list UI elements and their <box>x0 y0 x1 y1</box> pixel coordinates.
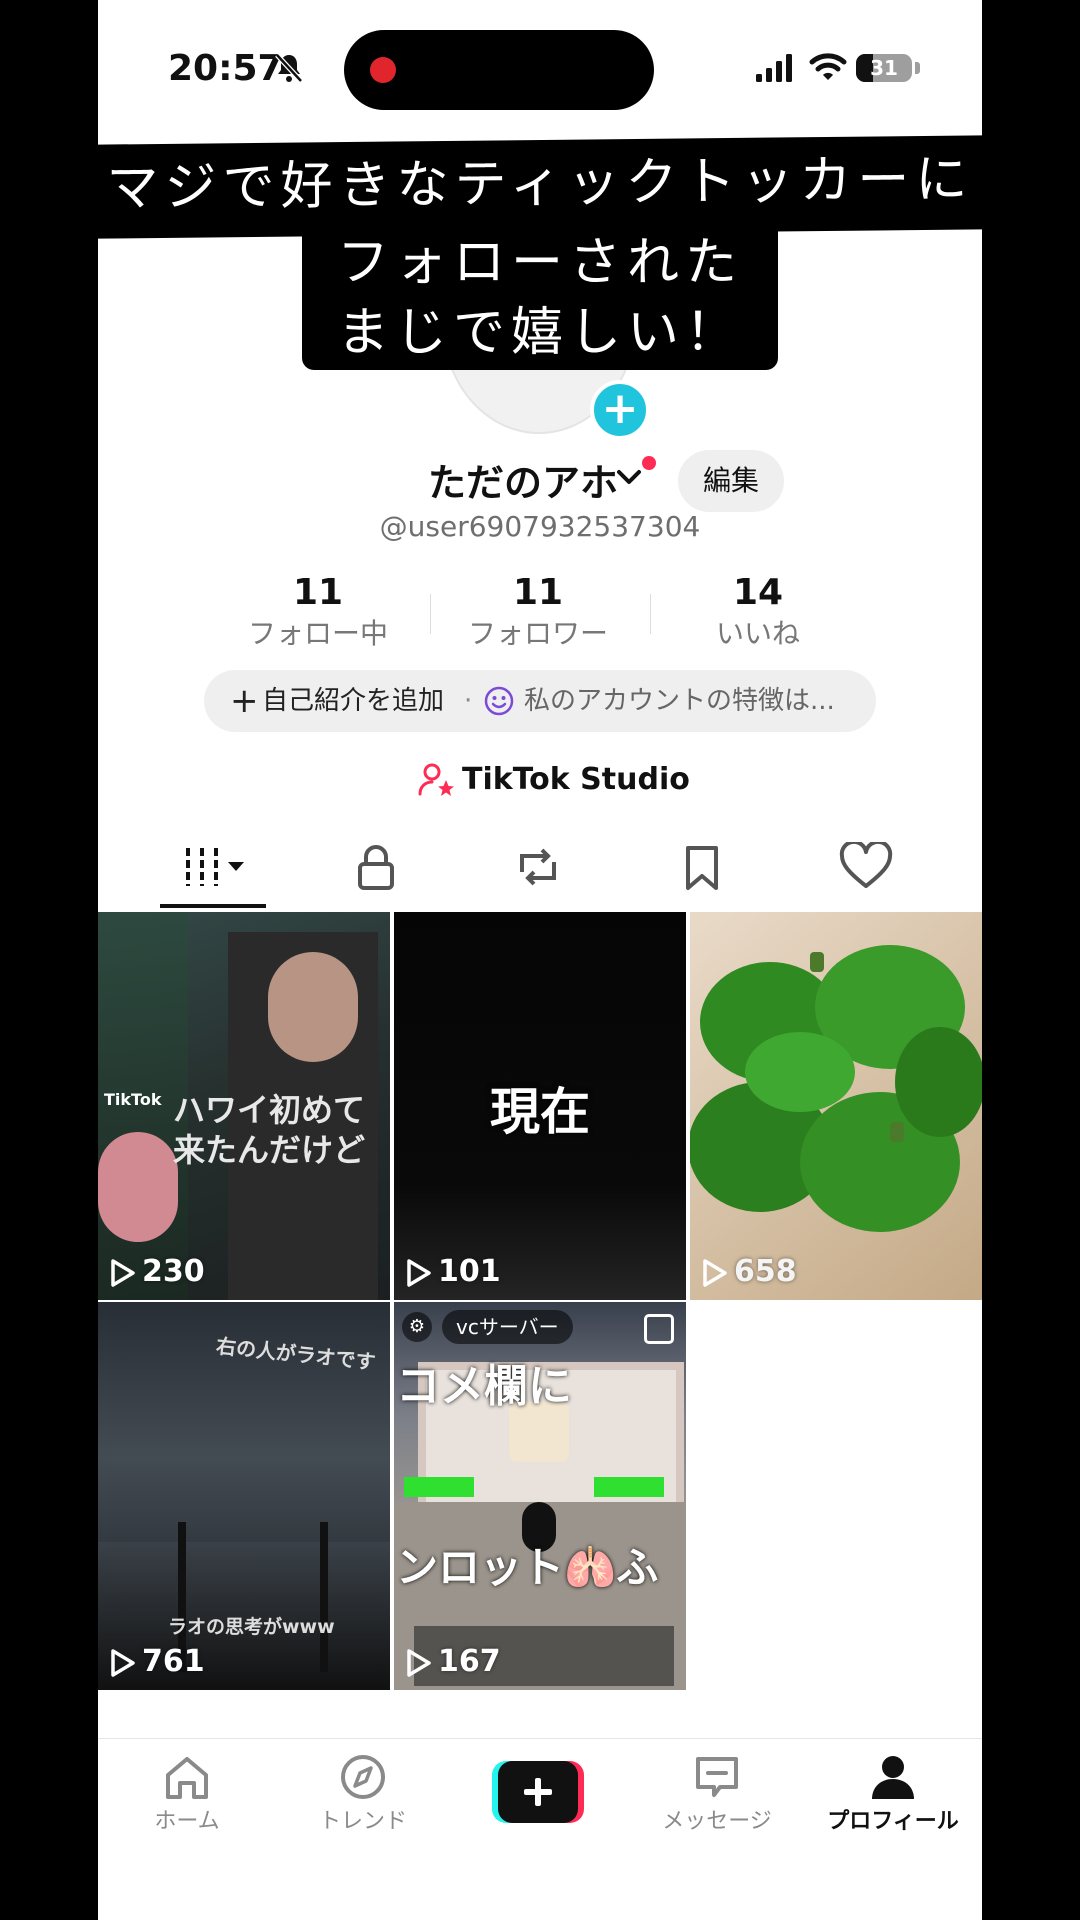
profile-name[interactable]: ただのアホ <box>428 452 618 507</box>
likes-label: いいね <box>715 617 800 650</box>
lock-icon[interactable] <box>346 842 406 892</box>
repost-icon[interactable] <box>508 842 568 892</box>
view-count-value: 230 <box>142 1254 205 1289</box>
nav-messages-label: メッセージ <box>662 1809 772 1834</box>
view-count: 658 <box>702 1252 797 1292</box>
person-star-icon <box>418 763 454 796</box>
dynamic-island <box>344 30 654 110</box>
wifi-icon <box>809 53 847 80</box>
active-tab-indicator <box>160 904 266 908</box>
bell-muted-icon <box>275 53 303 83</box>
view-count: 167 <box>406 1642 501 1682</box>
view-count: 230 <box>110 1252 205 1292</box>
nav-trends[interactable]: トレンド <box>278 1753 448 1837</box>
video-caption: ハワイ初めて 来たんだけど <box>172 1091 365 1169</box>
notification-dot <box>642 456 656 470</box>
caption-line-2: フォローされた <box>336 233 743 293</box>
likes-count: 14 <box>732 572 784 613</box>
plus-icon <box>524 1778 552 1806</box>
video-caption-top: 右の人がラオです <box>215 1333 377 1375</box>
video-caption-bottom: ンロット🫁ふ <box>396 1543 659 1592</box>
view-count: 761 <box>110 1642 205 1682</box>
video-thumbnail[interactable]: 現在 101 <box>394 912 686 1300</box>
create-button[interactable] <box>492 1761 584 1823</box>
video-thumbnail[interactable]: ⚙ vcサーバー コメ欄に ンロット🫁ふ 167 <box>394 1302 686 1690</box>
recording-indicator <box>370 57 396 83</box>
followers-count: 11 <box>512 572 564 613</box>
video-thumbnail[interactable]: TikTok ハワイ初めて 来たんだけど 230 <box>98 912 390 1300</box>
stat-following[interactable]: 11 フォロー中 <box>208 572 428 654</box>
nav-profile[interactable]: プロフィール <box>808 1753 978 1837</box>
compass-icon <box>341 1755 385 1799</box>
settings-icon: ⚙ <box>402 1312 432 1342</box>
battery-percent: 31 <box>870 56 898 80</box>
nav-trends-label: トレンド <box>318 1809 407 1834</box>
message-icon <box>696 1757 738 1797</box>
plus-icon: + <box>230 681 259 721</box>
following-label: フォロー中 <box>247 617 388 650</box>
bookmark-icon[interactable] <box>672 842 732 892</box>
cellular-signal-icon <box>756 54 792 82</box>
edit-profile-button[interactable]: 編集 <box>678 450 784 512</box>
video-tag: vcサーバー <box>442 1310 573 1344</box>
tiktok-watermark: TikTok <box>104 1090 162 1109</box>
play-icon <box>703 1258 727 1287</box>
view-count-value: 167 <box>438 1644 501 1679</box>
view-count-value: 658 <box>734 1254 797 1289</box>
add-bio-label: 自己紹介を追加 <box>262 686 445 716</box>
bio-separator: · <box>464 686 473 716</box>
chevron-down-icon[interactable] <box>616 468 642 488</box>
add-avatar-button[interactable]: + <box>590 380 650 440</box>
nav-home[interactable]: ホーム <box>102 1753 272 1837</box>
bottom-nav: ホーム トレンド メッセージ プロフィール <box>98 1738 982 1920</box>
nav-messages[interactable]: メッセージ <box>632 1753 802 1837</box>
video-caption-top: コメ欄に <box>396 1361 572 1412</box>
tiktok-studio-label: TikTok Studio <box>462 762 690 797</box>
nav-profile-label: プロフィール <box>827 1809 959 1834</box>
play-icon <box>407 1258 431 1287</box>
battery-indicator: 31 <box>856 54 912 82</box>
view-count-value: 761 <box>142 1644 205 1679</box>
caption-block: フォローされた まじで嬉しい！ <box>302 228 778 370</box>
video-caption: 現在 <box>490 1083 590 1141</box>
profile-icon <box>872 1756 914 1799</box>
phone-screen: 20:57 31 + マジで好きなティックトッカーに フォローされた まじで嬉し… <box>98 0 982 1920</box>
home-icon <box>166 1757 208 1799</box>
video-caption-bottom: ラオの思考がwww <box>168 1616 335 1638</box>
status-time: 20:57 <box>168 48 283 89</box>
heart-icon[interactable] <box>836 842 896 892</box>
caption-line-1: マジで好きなティックトッカーに <box>98 135 982 239</box>
stat-followers[interactable]: 11 フォロワー <box>428 572 648 654</box>
stat-likes[interactable]: 14 いいね <box>648 572 868 654</box>
video-thumbnail[interactable]: 右の人がラオです ラオの思考がwww 761 <box>98 1302 390 1690</box>
view-count: 101 <box>406 1252 501 1292</box>
bio-hint: 私のアカウントの特徴は... <box>524 686 835 716</box>
username-handle: @user6907932537304 <box>379 510 701 543</box>
peppers-image <box>690 945 982 1232</box>
battery-tip <box>915 62 920 74</box>
following-count: 11 <box>292 572 344 613</box>
multi-image-icon <box>644 1314 674 1344</box>
play-icon <box>407 1648 431 1677</box>
video-thumbnail[interactable]: 658 <box>690 912 982 1300</box>
add-bio-button[interactable]: + 自己紹介を追加 · 私のアカウントの特徴は... <box>204 670 876 732</box>
smiley-icon <box>484 686 514 716</box>
followers-label: フォロワー <box>467 617 608 650</box>
view-count-value: 101 <box>438 1254 501 1289</box>
videos-icon[interactable] <box>178 842 258 892</box>
play-icon <box>111 1648 135 1677</box>
caption-line-3: まじで嬉しい！ <box>336 303 743 363</box>
nav-home-label: ホーム <box>154 1809 220 1834</box>
play-icon <box>111 1258 135 1287</box>
